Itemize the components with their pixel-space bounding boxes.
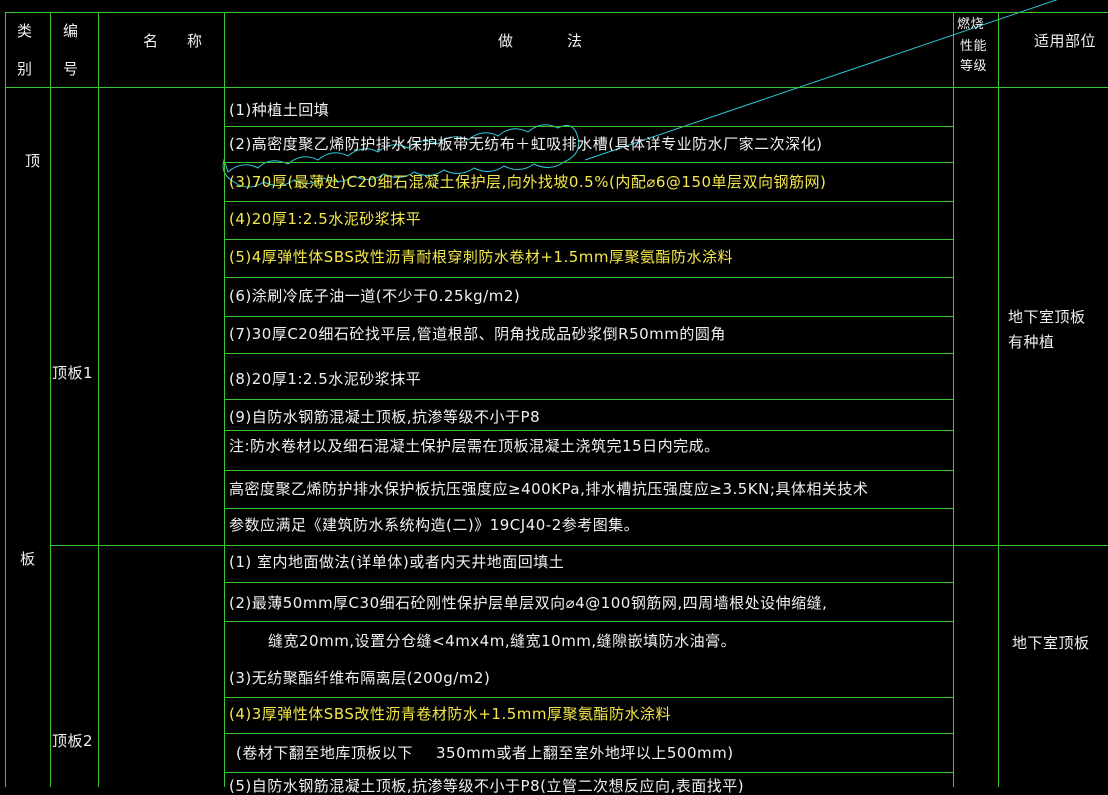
row-line (224, 508, 953, 509)
header-method-1: 做 (498, 32, 514, 50)
grid-line (50, 12, 51, 787)
row-line (224, 430, 953, 431)
board2-item: 缝宽20mm,设置分仓缝<4mx4m,缝宽10mm,缝隙嵌填防水油膏。 (268, 632, 737, 650)
grid-line (5, 12, 6, 787)
cad-drawing-canvas (222, 0, 1058, 188)
board1-location-1: 地下室顶板 (1008, 308, 1086, 326)
header-code-1: 编 (63, 22, 79, 40)
board1-note: 参数应满足《建筑防水系统构造(二)》19CJ40-2参考图集。 (229, 516, 640, 534)
header-name-1: 名 (143, 32, 159, 50)
board2-item: (卷材下翻至地库顶板以下 (236, 744, 413, 762)
row-line (224, 201, 953, 202)
grid-line (5, 87, 1108, 88)
grid-line (50, 545, 1108, 546)
board1-location-2: 有种植 (1008, 333, 1055, 351)
board1-note: 高密度聚乙烯防护排水保护板抗压强度应≥400KPa,排水槽抗压强度应≥3.5KN… (229, 480, 869, 498)
board1-item: (7)30厚C20细石砼找平层,管道根部、阴角找成品砂浆倒R50mm的圆角 (229, 325, 726, 343)
board1-code: 顶板1 (52, 364, 94, 382)
row-line (224, 470, 953, 471)
board1-item: (5)4厚弹性体SBS改性沥青耐根穿刺防水卷材+1.5mm厚聚氨酯防水涂料 (229, 248, 734, 266)
row-line (224, 353, 953, 354)
board1-item: (6)涂刷冷底子油一道(不少于0.25kg/m2) (229, 287, 521, 305)
category-top: 顶 (25, 152, 41, 170)
grid-line (98, 12, 99, 787)
row-line (224, 239, 953, 240)
board2-item: (3)无纺聚酯纤维布隔离层(200g/m2) (229, 669, 491, 687)
board1-item: (3)70厚(最薄处)C20细石混凝土保护层,向外找坡0.5%(内配⌀6@150… (229, 173, 827, 191)
row-line (224, 772, 953, 773)
header-location: 适用部位 (1034, 32, 1097, 50)
row-line (224, 399, 953, 400)
header-code-2: 号 (63, 60, 79, 78)
header-fire-1: 燃烧 (957, 17, 985, 32)
row-line (224, 733, 953, 734)
board1-item: (4)20厚1:2.5水泥砂浆抹平 (229, 210, 422, 228)
header-fire-2: 性能 (960, 39, 988, 54)
board1-item: (8)20厚1:2.5水泥砂浆抹平 (229, 370, 422, 388)
board2-code: 顶板2 (52, 732, 94, 750)
header-category-2: 别 (17, 60, 33, 78)
row-line (224, 277, 953, 278)
row-line (224, 697, 953, 698)
row-line (224, 126, 953, 127)
board1-item: (9)自防水钢筋混凝土顶板,抗渗等级不小于P8 (229, 408, 541, 426)
board2-item: (1) 室内地面做法(详单体)或者内天井地面回填土 (229, 553, 565, 571)
board1-note: 注:防水卷材以及细石混凝土保护层需在顶板混凝土浇筑完15日内完成。 (229, 437, 720, 455)
row-line (224, 316, 953, 317)
header-method-2: 法 (567, 32, 583, 50)
board2-location: 地下室顶板 (1012, 634, 1090, 652)
grid-line (5, 12, 1108, 13)
grid-line (998, 12, 999, 787)
category-slab: 板 (20, 550, 36, 568)
row-line (224, 162, 953, 163)
row-line (224, 621, 953, 622)
board2-item: (2)最薄50mm厚C30细石砼刚性保护层单层双向⌀4@100钢筋网,四周墙根处… (229, 594, 828, 612)
grid-line (953, 12, 954, 787)
board2-item: 350mm或者上翻至室外地坪以上500mm) (436, 744, 734, 762)
board1-item: (2)高密度聚乙烯防护排水保护板带无纺布＋虹吸排水槽(具体详专业防水厂家二次深化… (229, 135, 823, 153)
row-line (224, 582, 953, 583)
header-name-2: 称 (187, 32, 203, 50)
header-fire-3: 等级 (960, 59, 988, 74)
header-category-1: 类 (17, 22, 33, 40)
board2-item: (4)3厚弹性体SBS改性沥青卷材防水+1.5mm厚聚氨酯防水涂料 (229, 705, 672, 723)
board1-item: (1)种植土回填 (229, 101, 330, 119)
